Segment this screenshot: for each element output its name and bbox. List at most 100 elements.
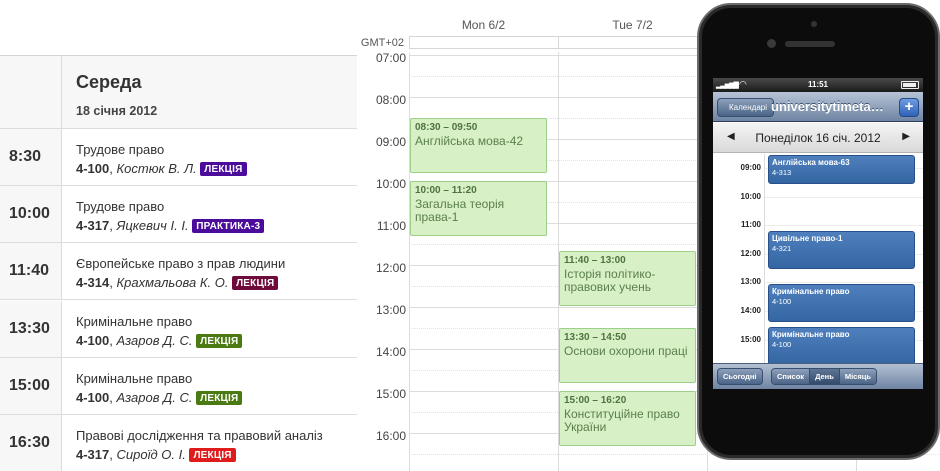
ios-hour-gridline	[765, 196, 923, 198]
ios-toolbar: Сьогодні Список День Місяць	[713, 363, 923, 389]
hour-label: 13:00	[375, 303, 406, 317]
lesson-teacher: Костюк В. Л.	[116, 161, 197, 176]
lesson-row[interactable]: 16:30 Правові дослідження та правовий ана…	[0, 415, 357, 471]
status-clock: 11:51	[807, 80, 829, 89]
calendars-back-button[interactable]: Календарі	[717, 98, 774, 117]
lesson-time-cell: 11:40	[0, 243, 62, 300]
lesson-room: 4-317	[76, 447, 110, 462]
segment-day[interactable]: День	[809, 369, 839, 384]
ios-hour-label: 12:00	[740, 248, 761, 258]
lesson-teacher: Сироїд О. І.	[116, 447, 186, 462]
today-button[interactable]: Сьогодні	[717, 368, 763, 385]
view-segmented-control: Список День Місяць	[771, 368, 877, 385]
calendar-event[interactable]: 13:30 – 14:50 Основи охорони праці	[559, 328, 696, 383]
day-view-body[interactable]: 09:00 10:00 11:00 12:00 13:00 14:00 15:00 Англі…	[713, 154, 923, 363]
event-time: 13:30 – 14:50	[564, 332, 627, 343]
lesson-type-badge: ЛЕКЦІЯ	[189, 448, 236, 462]
ios-calendar-event[interactable]: Цивільне право-1 4-321	[768, 231, 915, 270]
lesson-type-badge: ЛЕКЦІЯ	[196, 333, 243, 348]
lesson-time: 8:30	[9, 148, 42, 165]
schedule-date: 18 січня 2012	[76, 104, 158, 118]
lesson-row[interactable]: 11:40 Європейське право з прав людини 4-31…	[0, 243, 357, 301]
lesson-row[interactable]: 15:00 Кримінальне право 4-100, Азаров Д. С…	[0, 357, 357, 415]
event-title: Загальна теорія права-1	[415, 197, 505, 224]
day-view-divider	[764, 154, 765, 363]
ios-navigation-bar: Календарі universitytimeta… +	[713, 92, 923, 122]
event-time: 10:00 – 11:20	[415, 185, 477, 196]
lesson-time: 16:30	[9, 434, 50, 451]
phone-camera-icon	[767, 39, 776, 48]
calendar-event[interactable]: 10:00 – 11:20 Загальна теорія права-1	[410, 181, 547, 236]
lesson-meta: 4-100, Азаров Д. С. ЛЕКЦІЯ	[76, 389, 243, 405]
lesson-type-badge: ЛЕКЦІЯ	[196, 390, 243, 405]
ios-hour-label: 15:00	[740, 334, 761, 344]
segment-month[interactable]: Місяць	[838, 369, 876, 384]
next-day-icon[interactable]: ▶	[902, 131, 910, 142]
lesson-teacher: Крахмальова К. О.	[116, 275, 229, 291]
schedule-header-gutter	[0, 56, 62, 128]
lesson-type-badge: ПРАКТИКА-3	[192, 219, 265, 234]
lesson-time-cell: 13:30	[0, 300, 62, 357]
lesson-time: 11:40	[9, 262, 50, 280]
hour-label: 11:00	[376, 219, 406, 233]
segment-list[interactable]: Список	[772, 369, 810, 384]
lesson-room: 4-317	[76, 218, 110, 234]
lesson-time: 13:30	[9, 319, 50, 337]
ios-calendar-event[interactable]: Кримінальне право 4-100	[768, 283, 915, 322]
schedule-day-name: Середа	[76, 72, 142, 92]
column-header-tue[interactable]: Tue 7/2	[558, 18, 707, 32]
calendar-event[interactable]: 08:30 – 09:50 Англійська мова-42	[410, 118, 547, 173]
current-day-title: Понеділок 16 січ. 2012	[755, 131, 881, 145]
lesson-meta: 4-317, Яцкевич І. І. ПРАКТИКА-3	[76, 218, 265, 234]
all-day-separator	[558, 37, 559, 48]
ios-event-title: Кримінальне право	[772, 286, 850, 296]
ios-event-title: Кримінальне право	[772, 329, 850, 339]
lesson-time: 15:00	[9, 376, 50, 394]
ios-hour-label: 13:00	[740, 277, 761, 287]
ios-hour-label: 14:00	[740, 306, 761, 315]
lesson-title: Європейське право з прав людини	[76, 256, 286, 272]
hour-label: 08:00	[375, 93, 406, 107]
event-title: Основи охорони праці	[564, 344, 688, 358]
iphone-mockup: ▂▃▅▆▇ ◠ 11:51 Календарі universitytimeta…	[697, 3, 940, 460]
lesson-row[interactable]: 13:30 Кримінальне право 4-100, Азаров Д. С…	[0, 300, 357, 358]
ios-hour-label: 09:00	[740, 163, 761, 172]
lesson-room: 4-100	[76, 332, 110, 348]
lesson-time: 10:00	[9, 205, 50, 223]
add-event-button[interactable]: +	[899, 98, 919, 117]
hour-label: 14:00	[375, 345, 406, 359]
lesson-row[interactable]: 8:30 Трудове право 4-100, Костюк В. Л. ЛЕК…	[0, 129, 357, 186]
lesson-meta: 4-317, Сироїд О. І. ЛЕКЦІЯ	[76, 447, 236, 462]
ios-hour-label: 11:00	[740, 220, 761, 230]
ios-event-room: 4-313	[772, 168, 792, 177]
lesson-title: Трудове право	[76, 142, 165, 157]
calendar-event[interactable]: 15:00 – 16:20 Конституційне право України	[559, 391, 696, 446]
lesson-type-badge: ЛЕКЦІЯ	[200, 162, 247, 176]
lesson-time-cell: 8:30	[0, 129, 62, 185]
lesson-time-cell: 15:00	[0, 357, 62, 414]
hour-label: 15:00	[375, 387, 406, 401]
ios-event-title: Цивільне право-1	[772, 234, 843, 244]
hour-label: 09:00	[375, 135, 406, 149]
battery-icon	[901, 81, 919, 89]
hour-label: 07:00	[375, 51, 406, 65]
lesson-meta: 4-100, Костюк В. Л. ЛЕКЦІЯ	[76, 161, 247, 176]
timezone-label: GMT+02	[360, 37, 404, 49]
ios-calendar-event[interactable]: Англійська мова-63 4-313	[768, 155, 915, 184]
hour-label: 12:00	[375, 261, 406, 275]
lesson-time-cell: 10:00	[0, 186, 62, 243]
ios-calendar-event[interactable]: Кримінальне право 4-100	[768, 326, 915, 363]
nav-title: universitytimeta…	[771, 99, 884, 114]
phone-speaker-icon	[785, 41, 835, 47]
lesson-teacher: Азаров Д. С.	[116, 389, 193, 405]
calendar-event[interactable]: 11:40 – 13:00 Історія політико-правових у…	[559, 251, 696, 306]
event-title: Історія політико-правових учень	[564, 267, 656, 294]
lesson-row[interactable]: 10:00 Трудове право 4-317, Яцкевич І. І. П…	[0, 186, 357, 244]
lesson-title: Трудове право	[76, 199, 165, 215]
ios-status-bar: ▂▃▅▆▇ ◠ 11:51	[713, 78, 923, 92]
lesson-meta: 4-314, Крахмальова К. О. ЛЕКЦІЯ	[76, 275, 279, 291]
event-time: 15:00 – 16:20	[564, 395, 627, 406]
day-schedule-panel: Середа 18 січня 2012 8:30 Трудове право 4-…	[0, 0, 357, 471]
ios-hour-label: 10:00	[740, 191, 761, 201]
column-header-mon[interactable]: Mon 6/2	[409, 18, 558, 32]
